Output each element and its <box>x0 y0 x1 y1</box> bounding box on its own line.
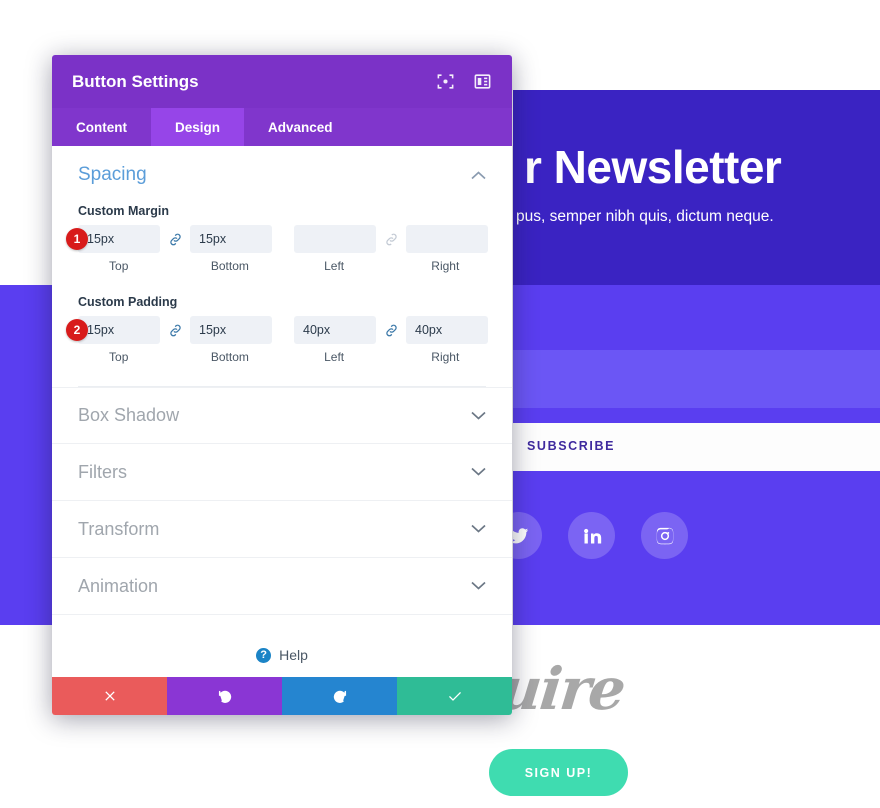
padding-top-label: Top <box>109 350 129 364</box>
step-badge-1: 1 <box>66 228 88 250</box>
linkedin-icon[interactable] <box>568 512 615 559</box>
undo-button[interactable] <box>167 677 282 715</box>
chevron-down-icon[interactable] <box>471 463 486 481</box>
modal-header-icons <box>436 72 492 91</box>
chevron-up-icon[interactable] <box>471 168 486 183</box>
chevron-down-icon[interactable] <box>471 407 486 425</box>
collapsed-sections: Box Shadow Filters Transform Animation <box>52 387 512 615</box>
script-logo: uire <box>496 655 628 723</box>
subscribe-label: SUBSCRIBE <box>527 439 616 453</box>
band-mid <box>513 285 880 350</box>
custom-padding-label: Custom Padding <box>78 295 178 309</box>
section-box-shadow-label: Box Shadow <box>78 405 180 425</box>
modal-tabs: Content Design Advanced <box>52 108 512 146</box>
section-transform[interactable]: Transform <box>52 501 512 558</box>
instagram-icon[interactable] <box>641 512 688 559</box>
custom-margin-label: Custom Margin <box>78 204 169 218</box>
padding-left-input[interactable] <box>294 316 376 344</box>
help-row[interactable]: ? Help <box>52 633 512 677</box>
spacing-title: Spacing <box>78 164 147 185</box>
tab-design[interactable]: Design <box>151 108 245 146</box>
link-icon-padding-tb[interactable] <box>160 323 190 338</box>
cancel-button[interactable] <box>52 677 167 715</box>
margin-right-label: Right <box>431 259 460 273</box>
modal-footer <box>52 677 512 715</box>
margin-right-input[interactable] <box>406 225 488 253</box>
margin-labels-row: Top Bottom Left Right <box>78 259 486 273</box>
help-label: Help <box>279 647 308 663</box>
section-animation-label: Animation <box>78 575 159 596</box>
padding-top-input[interactable] <box>78 316 160 344</box>
section-animation[interactable]: Animation <box>52 558 512 615</box>
chevron-down-icon[interactable] <box>471 577 486 595</box>
help-icon: ? <box>256 647 272 663</box>
custom-margin-row: 1 <box>66 225 488 253</box>
social-links <box>495 512 688 559</box>
screen: r Newsletter pus, semper nibh quis, dict… <box>0 0 880 808</box>
padding-top-bottom-pair <box>78 316 272 344</box>
focus-target-icon[interactable] <box>436 72 455 91</box>
margin-top-input[interactable] <box>78 225 160 253</box>
margin-left-right-pair <box>294 225 488 253</box>
padding-right-input[interactable] <box>406 316 488 344</box>
band-thin <box>513 408 880 423</box>
tab-advanced[interactable]: Advanced <box>244 108 357 146</box>
unlink-icon-margin-lr[interactable] <box>376 232 406 247</box>
left-color-band <box>0 285 52 625</box>
section-filters[interactable]: Filters <box>52 444 512 501</box>
spacing-section: Spacing Custom Margin 1 15px 15px Top Bo… <box>52 146 512 387</box>
modal-header: Button Settings <box>52 55 512 108</box>
padding-bottom-input[interactable] <box>190 316 272 344</box>
margin-bottom-input[interactable] <box>190 225 272 253</box>
modal-title: Button Settings <box>72 71 199 91</box>
tab-content[interactable]: Content <box>52 108 151 146</box>
button-settings-modal: Button Settings Content Design Advanced … <box>52 55 512 715</box>
margin-top-bottom-pair <box>78 225 272 253</box>
redo-button[interactable] <box>282 677 397 715</box>
section-filters-label: Filters <box>78 461 127 482</box>
link-icon-margin-tb[interactable] <box>160 232 190 247</box>
margin-left-label: Left <box>324 259 345 273</box>
hero-subtitle: pus, semper nibh quis, dictum neque. <box>516 208 774 225</box>
sign-up-button[interactable]: SIGN UP! <box>489 749 628 796</box>
chevron-down-icon[interactable] <box>471 520 486 538</box>
save-button[interactable] <box>397 677 512 715</box>
spacing-section-header[interactable]: Spacing <box>78 164 486 200</box>
band-light <box>513 350 880 408</box>
step-badge-2: 2 <box>66 319 88 341</box>
link-icon-padding-lr[interactable] <box>376 323 406 338</box>
padding-left-label: Left <box>324 350 345 364</box>
margin-top-label: Top <box>109 259 129 273</box>
padding-right-label: Right <box>431 350 460 364</box>
layout-panel-icon[interactable] <box>473 72 492 91</box>
padding-left-right-pair <box>294 316 488 344</box>
section-box-shadow[interactable]: Box Shadow <box>52 387 512 444</box>
padding-bottom-label: Bottom <box>210 350 249 364</box>
margin-bottom-label: Bottom <box>210 259 249 273</box>
padding-labels-row: Top Bottom Left Right <box>78 350 486 364</box>
section-transform-label: Transform <box>78 518 160 539</box>
margin-left-input[interactable] <box>294 225 376 253</box>
custom-padding-row: 2 <box>66 316 488 344</box>
modal-body: Spacing Custom Margin 1 15px 15px Top Bo… <box>52 146 512 677</box>
hero-title: r Newsletter <box>524 141 782 193</box>
